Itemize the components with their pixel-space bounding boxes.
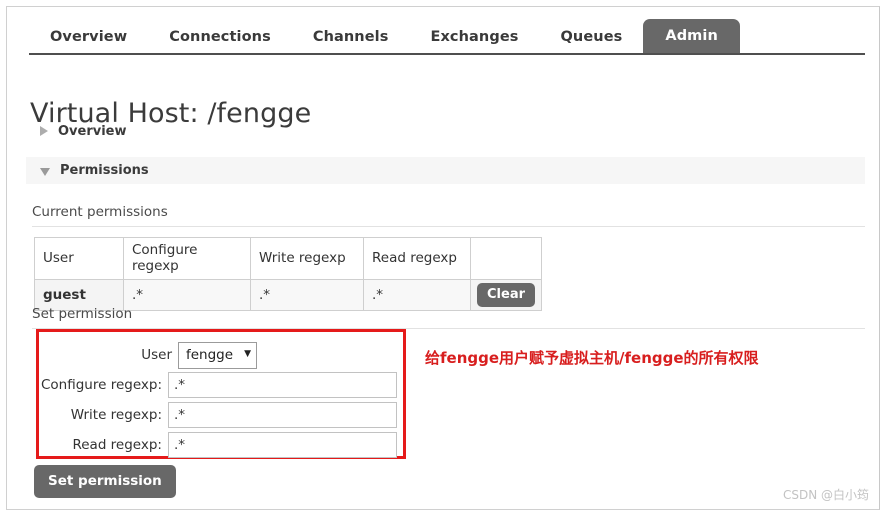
chevron-down-icon: ▼ (244, 349, 251, 359)
divider-current-permissions (32, 226, 865, 227)
label-slot-user: User (47, 344, 178, 366)
column-header-configure-regexp: Configure regexp (123, 237, 251, 280)
section-toggle-permissions[interactable]: Permissions (26, 157, 865, 184)
user-select-value: fengge (186, 346, 234, 363)
label-slot-read: Read regexp: (37, 434, 168, 456)
form-row-write-regexp: Write regexp: (37, 402, 397, 428)
label-slot-write: Write regexp: (37, 404, 168, 426)
triangle-right-icon (40, 126, 48, 136)
annotation-text: 给fengge用户赋予虚拟主机/fengge的所有权限 (425, 349, 759, 367)
cell-read-regexp: .* (363, 279, 471, 311)
label-configure-regexp: Configure regexp: (40, 377, 162, 393)
label-slot-configure: Configure regexp: (37, 374, 168, 396)
user-select[interactable]: fengge ▼ (178, 341, 257, 369)
configure-regexp-input[interactable] (168, 372, 397, 398)
cell-write-regexp: .* (250, 279, 364, 311)
column-header-user: User (34, 237, 124, 280)
column-header-action (470, 237, 542, 280)
tab-list: Overview Connections Channels Exchanges … (29, 19, 740, 54)
column-header-write-regexp: Write regexp (250, 237, 364, 280)
triangle-down-icon (40, 167, 50, 176)
set-permission-label: Set permission (32, 306, 133, 322)
current-permissions-label: Current permissions (32, 204, 168, 220)
cell-configure-regexp: .* (123, 279, 251, 311)
tab-connections[interactable]: Connections (148, 21, 292, 54)
current-permissions-table: User Configure regexp Write regexp Read … (34, 237, 542, 311)
tabbar-underline (29, 53, 865, 55)
column-header-read-regexp: Read regexp (363, 237, 471, 280)
label-write-regexp: Write regexp: (70, 407, 162, 423)
section-label-permissions: Permissions (60, 163, 149, 178)
app-window: Overview Connections Channels Exchanges … (6, 6, 880, 510)
section-label-overview: Overview (58, 123, 127, 139)
label-user: User (141, 347, 172, 363)
write-regexp-input[interactable] (168, 402, 397, 428)
form-row-configure-regexp: Configure regexp: (37, 372, 397, 398)
cell-action: Clear (470, 279, 542, 311)
watermark: CSDN @白小筠 (782, 488, 869, 502)
main-navigation: Overview Connections Channels Exchanges … (7, 7, 879, 55)
label-read-regexp: Read regexp: (72, 437, 162, 453)
form-row-read-regexp: Read regexp: (37, 432, 397, 458)
form-row-user: User fengge ▼ (47, 341, 397, 369)
set-permission-button[interactable]: Set permission (34, 465, 176, 498)
tab-admin[interactable]: Admin (643, 19, 740, 54)
tab-exchanges[interactable]: Exchanges (409, 21, 539, 54)
read-regexp-input[interactable] (168, 432, 397, 458)
tab-overview[interactable]: Overview (29, 21, 148, 54)
clear-permission-button[interactable]: Clear (477, 283, 535, 307)
table-header-row: User Configure regexp Write regexp Read … (34, 237, 542, 280)
tab-channels[interactable]: Channels (292, 21, 410, 54)
tab-queues[interactable]: Queues (540, 21, 644, 54)
section-toggle-overview[interactable]: Overview (30, 121, 127, 141)
